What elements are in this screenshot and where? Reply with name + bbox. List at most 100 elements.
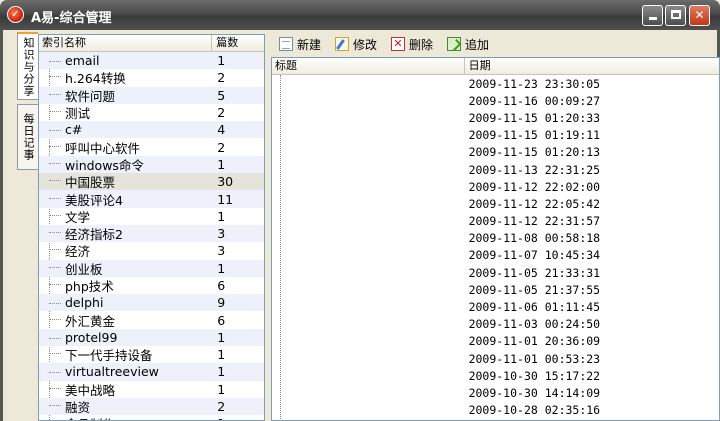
index-list[interactable]: 索引名称 篇数 email 1 h.264转换 2 软件问题 5 测试 2 c# 4 呼叫中心软件 2…: [38, 34, 265, 421]
list-item[interactable]: 融资 2: [39, 397, 264, 416]
list-item-name: virtualtreeview: [39, 364, 212, 379]
list-item-count: 2: [217, 70, 226, 86]
list-item[interactable]: virtualtreeview 1: [39, 363, 264, 381]
tab-knowledge-sharing[interactable]: 知识与分享: [17, 32, 38, 100]
table-row[interactable]: −炒智能电网概念应紧握两条线2009-11-12 22:02:00: [272, 178, 719, 195]
table-row[interactable]: 中国航空业第三季度增势迅猛2009-11-07 10:45:34: [272, 247, 719, 264]
list-item-name: 呼叫中心软件: [39, 138, 212, 157]
list-item[interactable]: php技术 6: [39, 277, 264, 294]
list-item-count: 1: [217, 156, 226, 172]
table-row[interactable]: 王亚伟看好核电三类个股...2009-11-01 00:53:23: [272, 350, 719, 367]
table-row[interactable]: −天然气价改或年底破冰上...2009-11-15 01:19:11: [272, 127, 719, 144]
list-item-name: 食品制作: [39, 414, 212, 420]
list-item-count: 1: [217, 53, 226, 69]
list-item[interactable]: 测试 2: [39, 104, 264, 121]
list-item[interactable]: email 1: [39, 52, 264, 70]
row-date: 2009-11-15 01:20:13: [468, 145, 601, 160]
list-item-name: 文学: [39, 207, 212, 226]
table-row[interactable]: +世博会概念股：3类公司...2009-11-03 00:24:50: [272, 316, 719, 333]
row-date: 2009-10-30 14:14:09: [468, 385, 601, 400]
table-row[interactable]: 经济学家：美联储将于明...2009-11-13 22:31:25: [272, 161, 719, 178]
column-header-date[interactable]: 日期: [465, 58, 719, 74]
index-list-header: 索引名称 篇数: [39, 35, 264, 52]
row-date: 2009-11-08 00:58:18: [468, 231, 601, 246]
table-row[interactable]: 发改委与各省商讨电价...2009-11-12 22:05:42: [272, 195, 719, 212]
row-date: 2009-11-12 22:05:42: [468, 196, 601, 211]
list-item[interactable]: 呼叫中心软件 2: [39, 138, 264, 157]
list-item-count: 3: [217, 226, 226, 242]
table-row[interactable]: 世卫预测甲型流感将感染...2009-10-30 14:14:09: [272, 384, 719, 401]
list-item[interactable]: 经济 3: [39, 242, 264, 259]
maximize-button[interactable]: [665, 5, 686, 26]
delete-button[interactable]: ✕ 删除: [391, 36, 433, 53]
table-row[interactable]: +水价涨背后是政府责任缺失2009-10-30 15:17:22: [272, 367, 719, 384]
row-date: 2009-11-03 00:24:50: [468, 317, 601, 332]
new-button-label: 新建: [297, 37, 322, 52]
list-item[interactable]: windows命令 1: [39, 155, 264, 174]
list-item-name: 软件问题: [39, 86, 212, 105]
list-item[interactable]: 食品制作1: [39, 414, 264, 420]
list-item[interactable]: 美中战略 1: [39, 381, 264, 398]
list-item[interactable]: protel99 1: [39, 328, 264, 347]
table-row[interactable]: 部分企业在金融危机中...2009-11-12 22:31:57: [272, 213, 719, 230]
maximize-icon: [670, 10, 681, 19]
append-button[interactable]: 追加: [447, 36, 489, 53]
table-row[interactable]: −三大标志事件驱动下新能...2009-11-05 21:33:31: [272, 264, 719, 281]
table-row[interactable]: 直接利好上游油气公司2009-11-15 01:20:13: [272, 144, 719, 161]
delete-button-label: 删除: [409, 37, 434, 52]
list-item-count: 1: [212, 416, 264, 420]
list-item-name: 外汇黄金: [39, 311, 212, 330]
column-header-title[interactable]: 标题: [272, 58, 465, 74]
table-row[interactable]: CSRC行业分类2009-11-16 00:09:27: [272, 92, 719, 109]
list-item[interactable]: 文学 1: [39, 208, 264, 225]
table-row[interactable]: 顺着趋势方向进行交易2009-11-23 23:30:05: [272, 75, 719, 92]
list-item-name: protel99: [39, 330, 212, 345]
tab-daily-notes[interactable]: 每日记事: [17, 104, 38, 170]
table-row[interactable]: 孤舟独钓寒江铝价平静背...2009-10-28 02:35:16: [272, 402, 719, 419]
table-row[interactable]: 甲流病毒怕热不怕冷天气...2009-11-01 20:36:09: [272, 333, 719, 350]
row-date: 2009-11-12 22:31:57: [468, 214, 601, 229]
list-item-name: 经济指标2: [39, 224, 212, 243]
app-logo-icon[interactable]: ✓: [7, 6, 24, 23]
list-item-count: 9: [217, 295, 226, 311]
list-item[interactable]: 外汇黄金 6: [39, 311, 264, 330]
list-item-name: 中国股票: [39, 172, 212, 191]
new-button[interactable]: 新建: [279, 36, 321, 53]
article-list-body: 顺着趋势方向进行交易2009-11-23 23:30:05CSRC行业分类200…: [272, 75, 719, 420]
edit-pencil-icon: [335, 37, 350, 51]
list-item[interactable]: 经济指标2 3: [39, 224, 264, 243]
list-item[interactable]: c# 4: [39, 121, 264, 139]
list-item[interactable]: 创业板 1: [39, 259, 264, 277]
table-row[interactable]: 任何资金在完成从配庄到...2009-11-08 00:58:18: [272, 230, 719, 247]
close-button[interactable]: ✕: [689, 5, 710, 26]
row-date: 2009-11-12 22:02:00: [468, 179, 601, 194]
vertical-tab-strip: 知识与分享 每日记事: [17, 32, 39, 421]
list-item[interactable]: 中国股票 30: [39, 172, 264, 191]
table-row[interactable]: +金智科技2009-11-05 21:37:55: [272, 281, 719, 298]
list-item-name: 美中战略: [39, 380, 212, 399]
list-item[interactable]: h.264转换 2: [39, 69, 264, 86]
list-item-count: 6: [217, 278, 226, 293]
list-item-name: 下一代手持设备: [39, 345, 212, 364]
minimize-button[interactable]: [642, 5, 663, 26]
main-frame: 知识与分享 每日记事 索引名称 篇数 email 1 h.264转换 2 软件问题 5 测试…: [0, 30, 720, 421]
column-header-count[interactable]: 篇数: [212, 35, 264, 51]
list-item-name: 经济: [39, 241, 212, 260]
table-row[interactable]: 间接增强煤化工竞争力2009-11-15 01:20:33: [272, 109, 719, 126]
list-item[interactable]: 美股评论4 11: [39, 190, 264, 208]
list-item-name: 测试: [39, 103, 212, 122]
list-item[interactable]: 下一代手持设备 1: [39, 346, 264, 363]
table-row[interactable]: “奥巴马效应”席卷A...2009-11-06 01:11:45: [272, 298, 719, 315]
list-item[interactable]: delphi 9: [39, 294, 264, 312]
window-title: A易-综合管理: [31, 11, 112, 26]
row-date: 2009-11-07 10:45:34: [468, 248, 601, 263]
list-item-name: h.264转换: [39, 68, 212, 87]
list-item-count: 1: [217, 329, 226, 345]
row-date: 2009-11-13 22:31:25: [468, 162, 601, 177]
list-item-count: 1: [217, 364, 226, 380]
article-tree-list[interactable]: 标题 日期 顺着趋势方向进行交易2009-11-23 23:30:05CSRC行…: [271, 57, 720, 421]
column-header-name[interactable]: 索引名称: [39, 35, 213, 51]
list-item[interactable]: 软件问题 5: [39, 86, 264, 105]
toolbar: 新建 修改 ✕ 删除 追加: [271, 32, 720, 56]
edit-button[interactable]: 修改: [335, 36, 377, 53]
